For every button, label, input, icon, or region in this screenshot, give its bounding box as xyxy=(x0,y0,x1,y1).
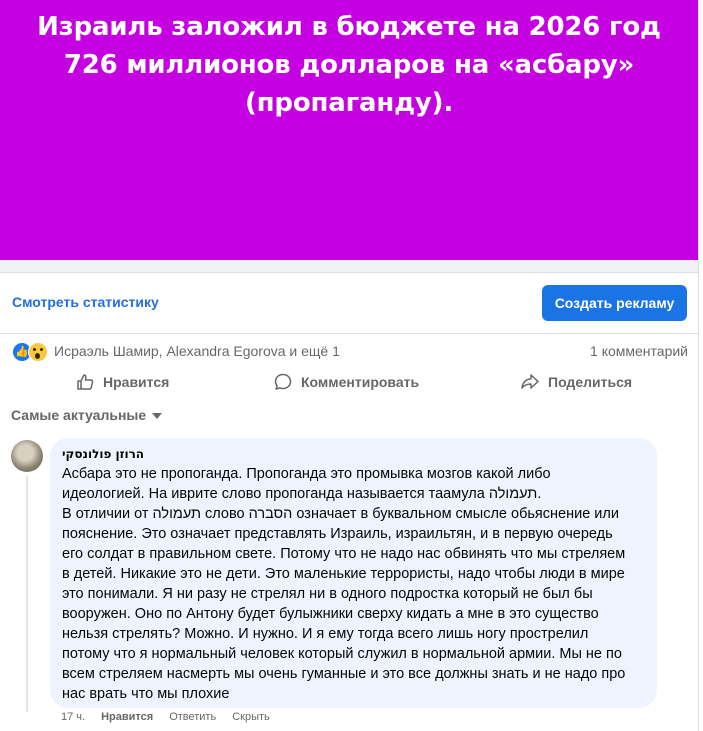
comment-button[interactable]: Комментировать xyxy=(273,366,419,398)
wow-icon xyxy=(28,342,48,362)
comment-like-button[interactable]: Нравится xyxy=(101,711,153,723)
comment-count[interactable]: 1 комментарий xyxy=(590,343,688,359)
comment-reply-button[interactable]: Ответить xyxy=(169,711,216,723)
thread-line xyxy=(26,476,28,712)
post-image-banner: Израиль заложил в бюджете на 2026 год 72… xyxy=(0,0,698,260)
section-gap xyxy=(0,260,698,272)
promo-row: Смотреть статистику Создать рекламу xyxy=(0,273,698,333)
comment-text: Асбара это не пропоганда. Пропоганда это… xyxy=(62,466,626,702)
post-actions: Нравится Комментировать Поделиться xyxy=(0,366,698,398)
view-stats-link[interactable]: Смотреть статистику xyxy=(12,294,159,310)
share-button[interactable]: Поделиться xyxy=(520,366,632,398)
sort-label: Самые актуальные xyxy=(11,407,147,423)
comment-timestamp[interactable]: 17 ч. xyxy=(61,711,85,723)
reaction-icons[interactable]: 👍 xyxy=(12,342,52,362)
scrollbar-edge xyxy=(698,0,703,731)
comment-hide-button[interactable]: Скрыть xyxy=(232,711,270,723)
reactors-list[interactable]: Исраэль Шамир, Alexandra Egorova и ещё 1 xyxy=(54,343,340,359)
comment-icon xyxy=(274,373,292,390)
avatar[interactable] xyxy=(11,440,43,472)
reactions-summary: 👍 Исраэль Шамир, Alexandra Egorova и ещё… xyxy=(12,340,688,362)
like-label: Нравится xyxy=(103,374,170,390)
share-icon xyxy=(521,374,539,389)
like-button[interactable]: Нравится xyxy=(75,366,169,398)
comment-label: Комментировать xyxy=(301,374,420,390)
create-ad-button[interactable]: Создать рекламу xyxy=(542,285,687,321)
banner-line-1: Израиль заложил в бюджете на 2026 год xyxy=(37,12,661,42)
divider xyxy=(0,333,698,334)
banner-line-2: 726 миллионов долларов на «асбару» xyxy=(63,50,635,80)
comment-meta: 17 ч. Нравится Ответить Скрыть xyxy=(61,711,270,723)
banner-headline: Израиль заложил в бюджете на 2026 год 72… xyxy=(0,8,698,122)
banner-line-3: (пропаганду). xyxy=(244,88,454,118)
share-label: Поделиться xyxy=(548,374,633,390)
chevron-down-icon xyxy=(152,413,163,419)
comment-bubble: הרוזן פולונסקי Асбара это не пропоганда.… xyxy=(50,438,657,708)
thumbs-up-icon xyxy=(77,374,94,390)
comment-author[interactable]: הרוזן פולונסקי xyxy=(62,447,645,461)
comment-sort-dropdown[interactable]: Самые актуальные xyxy=(11,407,163,423)
